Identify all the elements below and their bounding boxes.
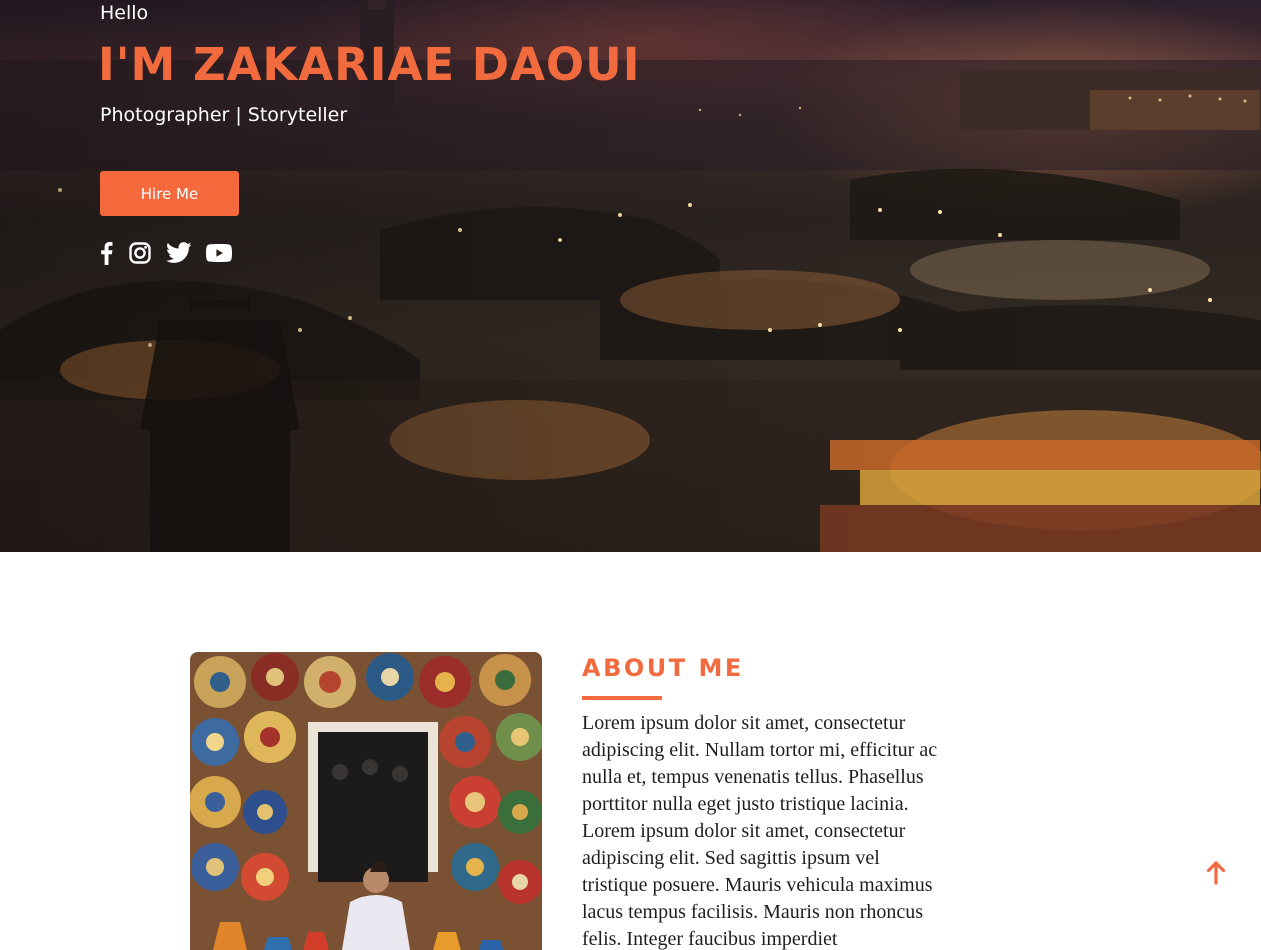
hero-section: Hello I'M ZAKARIAE DAOUI Photographer | … — [0, 0, 1261, 552]
facebook-icon — [101, 242, 113, 265]
instagram-icon — [129, 242, 151, 264]
twitter-icon — [166, 242, 192, 263]
about-heading: ABOUT ME — [582, 654, 744, 682]
social-links — [98, 239, 232, 267]
hero-greeting: Hello — [100, 2, 149, 24]
heading-underline — [582, 696, 662, 700]
ceramics-shop-image — [190, 652, 542, 950]
hire-me-button[interactable]: Hire Me — [100, 171, 239, 216]
arrow-up-icon — [1206, 861, 1226, 885]
hero-tagline: Photographer | Storyteller — [100, 104, 348, 126]
scroll-to-top-button[interactable] — [1202, 858, 1230, 888]
facebook-link[interactable] — [98, 241, 114, 265]
instagram-link[interactable] — [128, 241, 152, 265]
twitter-link[interactable] — [166, 242, 192, 264]
youtube-icon — [206, 244, 232, 262]
hero-name: I'M ZAKARIAE DAOUI — [98, 38, 641, 91]
about-photo — [190, 652, 542, 950]
about-body-text: Lorem ipsum dolor sit amet, consectetur … — [582, 712, 938, 950]
youtube-link[interactable] — [206, 243, 232, 263]
